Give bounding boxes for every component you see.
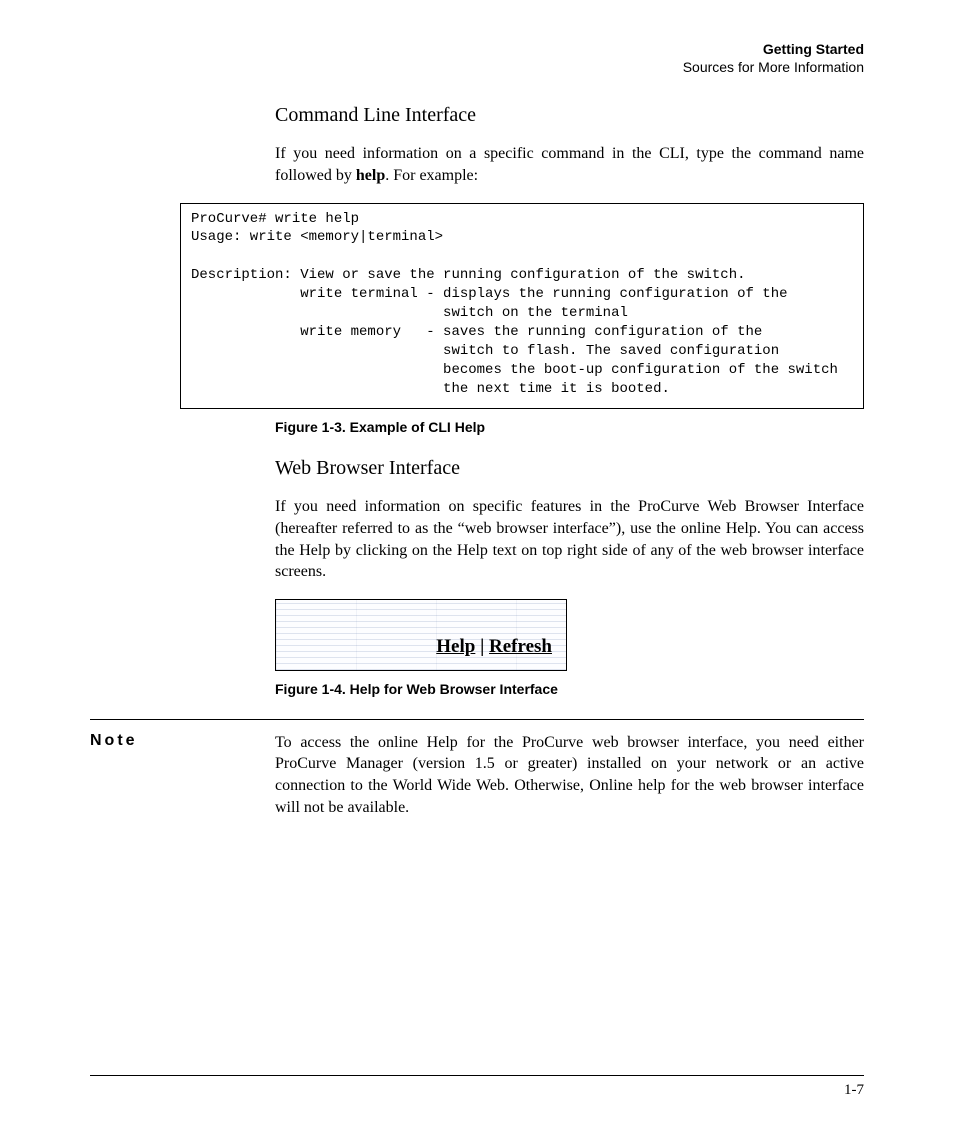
header-title: Getting Started xyxy=(90,40,864,58)
cli-help-output-box: ProCurve# write help Usage: write <memor… xyxy=(180,203,864,410)
figure-1-3-caption: Figure 1-3. Example of CLI Help xyxy=(275,419,864,435)
note-label: Note xyxy=(90,732,275,750)
cli-intro-post: . For example: xyxy=(385,167,478,184)
note-block: Note To access the online Help for the P… xyxy=(90,719,864,818)
body-column-1: Command Line Interface If you need infor… xyxy=(275,104,864,186)
section-heading-cli: Command Line Interface xyxy=(275,104,864,127)
page: Getting Started Sources for More Informa… xyxy=(0,0,954,1145)
page-footer: 1-7 xyxy=(90,1075,864,1099)
figure-1-4-caption: Figure 1-4. Help for Web Browser Interfa… xyxy=(275,681,864,697)
refresh-link[interactable]: Refresh xyxy=(489,636,552,657)
running-header: Getting Started Sources for More Informa… xyxy=(90,40,864,76)
header-subtitle: Sources for More Information xyxy=(90,58,864,76)
page-number: 1-7 xyxy=(844,1082,864,1098)
note-body: To access the online Help for the ProCur… xyxy=(275,732,864,818)
screenshot-links: Help | Refresh xyxy=(436,636,552,658)
cli-intro-paragraph: If you need information on a specific co… xyxy=(275,143,864,186)
section-heading-web: Web Browser Interface xyxy=(275,457,864,480)
web-intro-paragraph: If you need information on specific feat… xyxy=(275,496,864,582)
web-help-screenshot: Help | Refresh xyxy=(275,599,567,671)
cli-intro-bold: help xyxy=(356,167,385,184)
body-column-2: Figure 1-3. Example of CLI Help Web Brow… xyxy=(275,419,864,696)
help-link[interactable]: Help xyxy=(436,636,475,657)
link-separator: | xyxy=(475,636,489,657)
